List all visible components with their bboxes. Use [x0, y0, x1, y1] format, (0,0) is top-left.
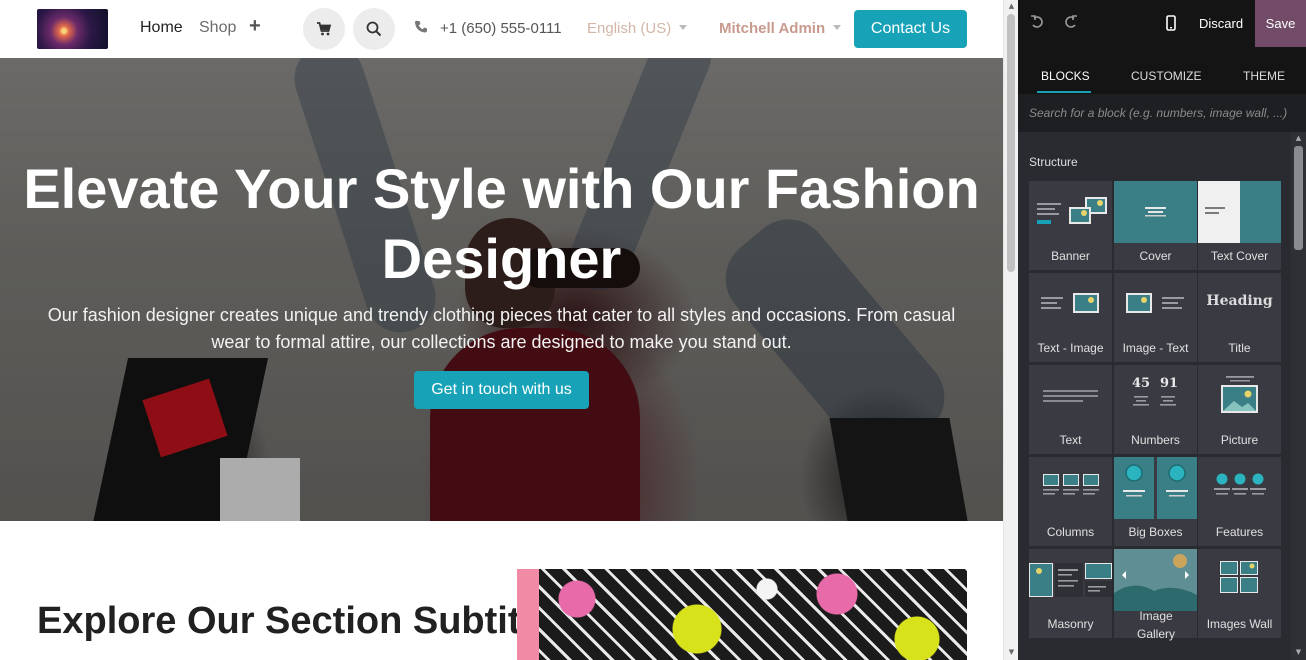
hero-section[interactable]: Elevate Your Style with Our Fashion Desi…	[0, 58, 1003, 521]
browser-viewport: Home Shop + +1 (650) 555-0111 English (U…	[0, 0, 1306, 660]
site-navbar: Home Shop + +1 (650) 555-0111 English (U…	[0, 0, 1003, 58]
nav-shop-link[interactable]: Shop	[199, 19, 236, 37]
add-page-icon[interactable]: +	[249, 15, 261, 38]
undo-icon[interactable]	[1030, 14, 1044, 30]
block-columns[interactable]: Columns	[1029, 457, 1112, 546]
masonry-icon	[1029, 563, 1112, 597]
block-label: Images Wall	[1206, 617, 1273, 631]
block-images-wall[interactable]: Images Wall	[1198, 549, 1281, 638]
block-big-boxes[interactable]: Big Boxes	[1114, 457, 1197, 546]
search-icon	[366, 21, 382, 37]
block-search-input[interactable]: Search for a block (e.g. numbers, image …	[1018, 94, 1306, 132]
text-icon	[1043, 390, 1098, 402]
chevron-down-icon	[679, 25, 688, 30]
block-label: Image - Text	[1122, 341, 1189, 355]
block-label: Title	[1228, 341, 1251, 355]
title-icon: Heading	[1206, 293, 1273, 309]
block-label: Text Cover	[1210, 249, 1269, 263]
banner-icon	[1037, 197, 1107, 224]
block-text-image[interactable]: Text - Image	[1029, 273, 1112, 362]
block-text-cover[interactable]: Text Cover	[1198, 181, 1281, 270]
text-cover-icon	[1198, 181, 1281, 243]
big-boxes-icon	[1114, 457, 1197, 519]
scroll-up-arrow-icon[interactable]: ▲	[1294, 134, 1303, 142]
block-label: Cover	[1139, 249, 1172, 263]
scroll-up-arrow-icon[interactable]: ▲	[1007, 2, 1016, 11]
image-text-icon	[1126, 293, 1184, 313]
editor-tabs: BLOCKS CUSTOMIZE THEME	[1018, 47, 1306, 94]
cart-icon	[317, 22, 332, 36]
contact-us-button[interactable]: Contact Us	[854, 10, 967, 48]
numbers-icon	[1133, 396, 1176, 406]
language-label: English (US)	[587, 20, 672, 37]
tab-theme[interactable]: THEME	[1243, 69, 1285, 83]
features-icon	[1214, 473, 1266, 495]
scrollbar-thumb[interactable]	[1294, 146, 1303, 250]
discard-button[interactable]: Discard	[1199, 16, 1243, 31]
phone-icon	[415, 20, 427, 33]
mobile-preview-icon[interactable]	[1166, 15, 1176, 31]
blocks-scrollbar[interactable]: ▲ ▼	[1291, 132, 1306, 660]
block-masonry[interactable]: Masonry	[1029, 549, 1112, 638]
editor-toolbar: Discard Save	[1018, 0, 1306, 47]
block-label: Picture	[1220, 433, 1259, 447]
scroll-down-arrow-icon[interactable]: ▼	[1007, 648, 1016, 657]
site-logo[interactable]	[37, 9, 108, 49]
text-image-icon	[1041, 293, 1099, 313]
redo-icon[interactable]	[1064, 14, 1078, 30]
tab-customize[interactable]: CUSTOMIZE	[1131, 69, 1201, 83]
hero-title: Elevate Your Style with Our Fashion Desi…	[23, 157, 980, 290]
block-cover[interactable]: Cover	[1114, 181, 1197, 270]
cover-icon	[1114, 181, 1197, 243]
block-label: Masonry	[1047, 617, 1094, 631]
section-heading: Structure	[1029, 155, 1078, 169]
blocks-list: Structure Banner Cover Text Cover Text -…	[1018, 132, 1306, 660]
block-label: Columns	[1046, 525, 1095, 539]
nav-home-link[interactable]: Home	[140, 19, 183, 37]
website-canvas: Home Shop + +1 (650) 555-0111 English (U…	[0, 0, 1003, 660]
block-image-text[interactable]: Image - Text	[1114, 273, 1197, 362]
user-menu[interactable]: Mitchell Admin	[719, 20, 842, 37]
image-gallery-icon	[1114, 549, 1197, 611]
block-numbers[interactable]: 45 91 Numbers	[1114, 365, 1197, 454]
block-label: Banner	[1051, 249, 1090, 263]
picture-icon	[1221, 376, 1258, 413]
block-image-gallery[interactable]: Image Gallery	[1114, 549, 1197, 641]
block-label: Features	[1215, 525, 1264, 539]
block-search-placeholder: Search for a block (e.g. numbers, image …	[1029, 106, 1288, 120]
cart-button[interactable]	[303, 8, 345, 50]
block-label: Image Gallery	[1136, 609, 1175, 641]
fabric-pattern-image	[517, 569, 539, 660]
block-text[interactable]: Text	[1029, 365, 1112, 454]
hero-cta-button[interactable]: Get in touch with us	[414, 371, 589, 409]
block-banner[interactable]: Banner	[1029, 181, 1112, 270]
user-name: Mitchell Admin	[719, 20, 826, 37]
search-button[interactable]	[353, 8, 395, 50]
website-scrollbar[interactable]: ▲ ▼	[1003, 0, 1018, 660]
block-title[interactable]: Heading Title	[1198, 273, 1281, 362]
block-picture[interactable]: Picture	[1198, 365, 1281, 454]
block-label: Big Boxes	[1128, 525, 1183, 539]
columns-icon	[1043, 474, 1099, 495]
block-features[interactable]: Features	[1198, 457, 1281, 546]
block-label: Text	[1059, 433, 1082, 447]
tab-blocks[interactable]: BLOCKS	[1041, 69, 1090, 83]
section-title: Explore Our Section Subtitle	[37, 600, 553, 642]
language-selector[interactable]: English (US)	[587, 20, 688, 37]
hero-subtitle: Our fashion designer creates unique and …	[47, 305, 956, 352]
block-label: Text - Image	[1037, 341, 1104, 355]
scrollbar-thumb[interactable]	[1007, 14, 1015, 272]
block-label: Numbers	[1131, 433, 1180, 447]
active-tab-indicator	[1037, 91, 1091, 93]
save-button[interactable]: Save	[1255, 0, 1306, 47]
fabric-pattern-image[interactable]	[517, 569, 967, 660]
website-editor-panel: Discard Save BLOCKS CUSTOMIZE THEME Sear…	[1018, 0, 1306, 660]
phone-number[interactable]: +1 (650) 555-0111	[440, 20, 562, 37]
scroll-down-arrow-icon[interactable]: ▼	[1294, 648, 1303, 656]
images-wall-icon	[1220, 561, 1258, 593]
chevron-down-icon	[833, 25, 842, 30]
